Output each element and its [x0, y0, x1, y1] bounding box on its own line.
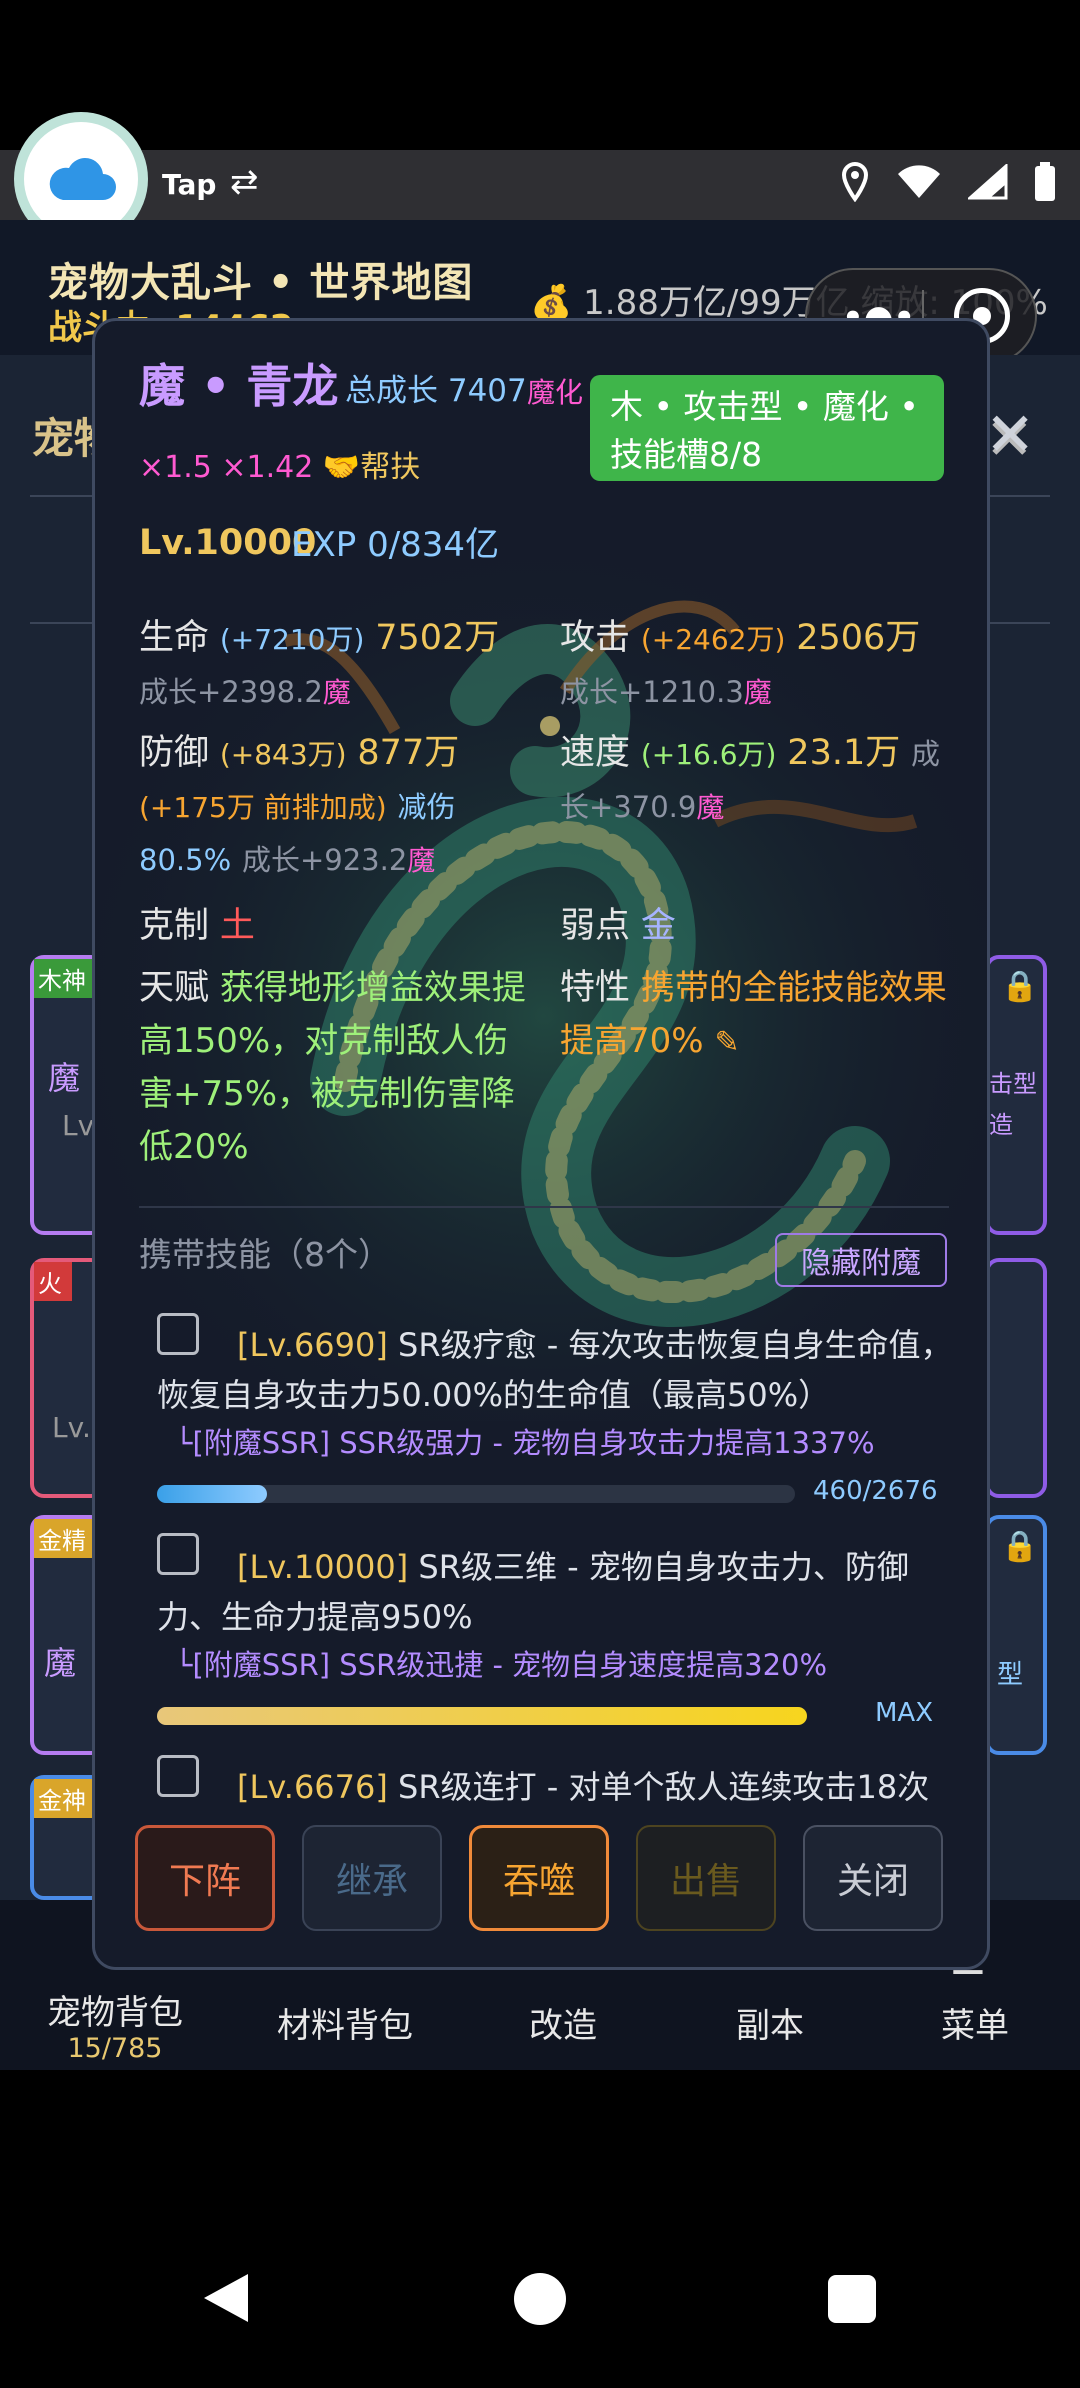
sell-button[interactable]: 出售 [636, 1825, 776, 1931]
cloud-icon [49, 158, 117, 200]
card-tag: 金精 [34, 1519, 92, 1558]
nav-pet-bag[interactable]: 宠物背包 [15, 1985, 215, 2034]
skill-1-progress-fill [157, 1485, 267, 1503]
card-type: 型 [997, 1660, 1024, 1690]
skill-2-progress-fill [157, 1707, 807, 1725]
lock-icon: 🔒 [1001, 969, 1039, 1004]
devour-button[interactable]: 吞噬 [469, 1825, 609, 1931]
recents-icon[interactable] [828, 2275, 876, 2323]
nav-pet-bag-count: 15/785 [67, 2033, 163, 2064]
pet-exp: EXP 0/834亿 [291, 525, 500, 565]
trait-row: 特性 携带的全能技能效果提高70% ✎ [560, 961, 960, 1068]
atk-stat: 攻击 (+2462万) 2506万 成长+1210.3魔 [560, 611, 960, 718]
hp-growth-tag: 魔 [322, 676, 351, 710]
skill-level: [Lv.6690] [237, 1326, 388, 1364]
nav-modify[interactable]: 改造 [463, 1998, 663, 2047]
counter-row: 克制 土 [139, 899, 255, 953]
spd-value: 23.1万 [787, 733, 901, 773]
atk-value: 2506万 [796, 618, 921, 658]
edit-icon[interactable]: ✎ [714, 1025, 739, 1060]
card-tag: 木神 [34, 959, 92, 998]
counter-value: 土 [219, 906, 255, 946]
def-stat: 防御 (+843万) 877万 (+175万 前排加成) 减伤80.5% 成长+… [139, 726, 539, 886]
multipliers: ×1.5 ×1.42 🤝帮扶 [139, 453, 420, 483]
pet-detail-modal: 魔 • 青龙 总成长 7407 魔化 ×1.5 ×1.42 🤝帮扶 Lv.100… [92, 318, 990, 1970]
atk-growth-tag: 魔 [743, 676, 772, 710]
close-icon[interactable]: ✕ [985, 400, 1035, 470]
def-growth: 成长+923.2 [241, 842, 408, 877]
wifi-icon [898, 165, 940, 198]
pet-growth: 总成长 7407 [345, 373, 527, 409]
nav-menu[interactable]: 菜单 [875, 1998, 1075, 2047]
spd-stat: 速度 (+16.6万) 23.1万 成长+370.9魔 [560, 726, 960, 833]
bg-pet-card: 🔒 型 [985, 1515, 1047, 1755]
magic-tag: 魔化 [527, 376, 584, 409]
skill-1-progress-label: 460/2676 [813, 1476, 938, 1506]
signal-icon [968, 164, 1008, 200]
skill-2: [Lv.10000] SR级三维 - 宠物自身攻击力、防御力、生命力提高950% [157, 1543, 957, 1642]
skills-title: 携带技能（8个） [139, 1235, 391, 1274]
def-value: 877万 [357, 733, 460, 773]
shuffle-icon: ⇄ [230, 162, 259, 202]
pet-level: Lv.10000 [139, 523, 317, 563]
battery-icon [1035, 162, 1055, 201]
spd-bonus: (+16.6万) [640, 738, 777, 771]
pet-type-tag: 木 • 攻击型 • 魔化 • 技能槽8/8 [590, 375, 944, 481]
def-label: 防御 [139, 733, 210, 773]
def-growth-tag: 魔 [407, 843, 436, 877]
handshake-icon: 🤝 [322, 450, 361, 485]
counter-label: 克制 [139, 906, 210, 946]
hp-bonus: (+7210万) [219, 623, 365, 656]
skill-level: [Lv.6676] [237, 1768, 388, 1806]
location-icon [841, 162, 869, 202]
skill-1-enchant: └[附魔SSR] SSR级强力 - 宠物自身攻击力提高1337% [175, 1426, 875, 1460]
skill-2-progress-label: MAX [875, 1698, 934, 1728]
def-front-bonus: (+175万 前排加成) [139, 791, 387, 825]
spd-label: 速度 [560, 733, 631, 773]
card-tag: 金神 [34, 1779, 92, 1818]
inherit-button[interactable]: 继承 [302, 1825, 442, 1931]
bg-pet-card: 🔒 击型 造 [985, 955, 1047, 1235]
card-type: 造 [989, 1111, 1013, 1139]
hp-value: 7502万 [375, 618, 500, 658]
hide-enchant-button[interactable]: 隐藏附魔 [775, 1233, 947, 1287]
weak-row: 弱点 金 [560, 899, 676, 953]
skill-3: [Lv.6676] SR级连打 - 对单个敌人连续攻击18次 [157, 1763, 957, 1813]
tap-label: Tap [162, 168, 217, 201]
talent-row: 天赋 获得地形增益效果提高150%，对克制敌人伤害+75%，被克制伤害降低20% [139, 961, 539, 1173]
nav-material-bag[interactable]: 材料背包 [245, 1998, 445, 2047]
talent-label: 天赋 [139, 968, 210, 1008]
atk-label: 攻击 [560, 618, 631, 658]
atk-growth: 成长+1210.3 [560, 675, 744, 710]
section-divider [139, 1206, 949, 1208]
home-icon[interactable] [514, 2273, 566, 2325]
skill-level: [Lv.10000] [237, 1548, 409, 1586]
skill-2-enchant: └[附魔SSR] SSR级迅捷 - 宠物自身速度提高320% [175, 1648, 828, 1682]
spd-growth-tag: 魔 [696, 791, 725, 825]
weak-label: 弱点 [560, 906, 631, 946]
skill-1: [Lv.6690] SR级疗愈 - 每次攻击恢复自身生命值，恢复自身攻击力50.… [157, 1321, 957, 1420]
back-icon[interactable] [200, 2270, 252, 2326]
trait-label: 特性 [560, 968, 631, 1008]
atk-bonus: (+2462万) [640, 623, 786, 656]
nav-dungeon[interactable]: 副本 [670, 1998, 870, 2047]
bg-pet-card [985, 1258, 1047, 1498]
multiplier-text: ×1.5 ×1.42 [139, 450, 314, 485]
remove-button[interactable]: 下阵 [135, 1825, 275, 1931]
status-icons [840, 162, 1056, 202]
card-tag: 火 [34, 1262, 72, 1301]
weak-value: 金 [640, 906, 676, 946]
hp-growth: 成长+2398.2 [139, 675, 323, 710]
card-type: 击型 [989, 1070, 1037, 1098]
money-bag-icon: 💰 [530, 283, 573, 323]
lock-icon: 🔒 [1001, 1529, 1039, 1564]
def-bonus: (+843万) [219, 738, 347, 771]
android-nav-bar [0, 2070, 1080, 2388]
hp-stat: 生命 (+7210万) 7502万 成长+2398.2魔 [139, 611, 539, 718]
help-label: 帮扶 [360, 450, 421, 485]
hp-label: 生命 [139, 618, 210, 658]
close-button[interactable]: 关闭 [803, 1825, 943, 1931]
skill-text: SR级连打 - 对单个敌人连续攻击18次 [398, 1768, 930, 1806]
pet-name: 魔 • 青龙 [139, 359, 339, 413]
